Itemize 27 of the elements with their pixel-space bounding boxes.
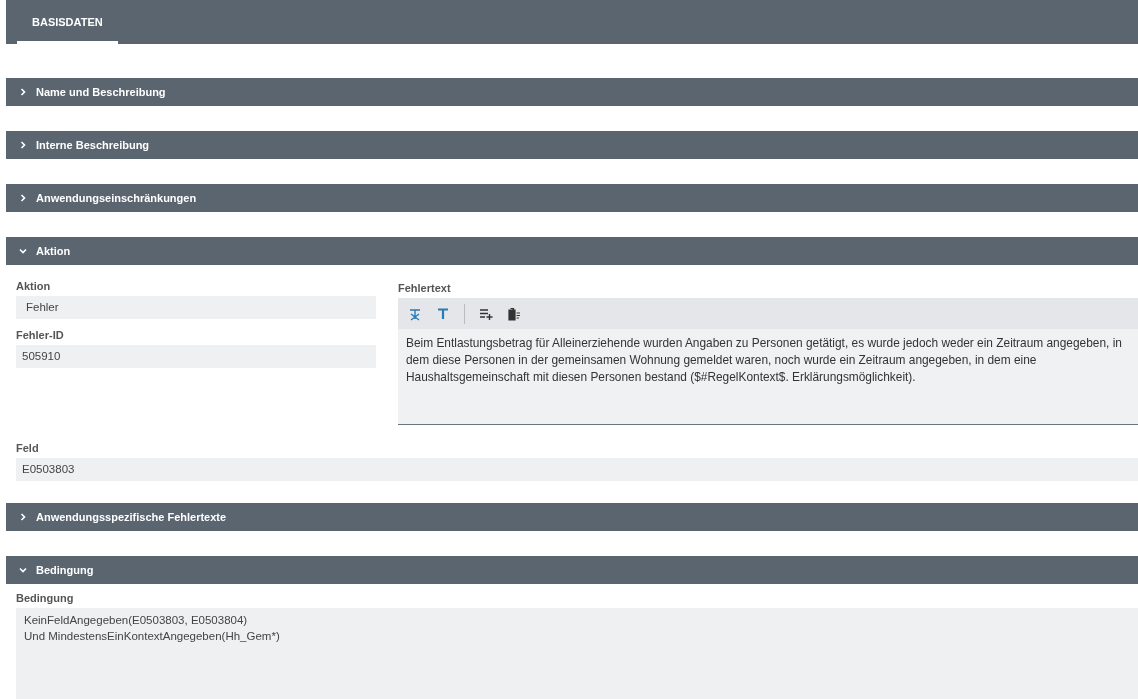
field-label: Aktion bbox=[16, 280, 51, 292]
field-label: Feld bbox=[16, 442, 39, 454]
section-header[interactable]: Bedingung bbox=[6, 556, 1138, 584]
tab[interactable]: BASISDATEN bbox=[17, 16, 118, 44]
field-label: Fehlertext bbox=[398, 282, 451, 294]
field-label: Fehler-ID bbox=[16, 329, 64, 341]
error-text-field[interactable]: Beim Entlastungsbetrag für Alleinerziehende wurden Angaben zu Personen getätigt, es wurde jedoch weder ein Zeitraum angegeben, in dem diese Personen in der gemeinsamen Wohnung gemeldet waren, noch wurde ein Zeitraum angegeben, in dem eine Haushaltsgemeinschaft mit diesen Personen bestand ($#RegelKontext$. Erklärungsmöglichkeit). bbox=[398, 329, 1138, 425]
action-field[interactable]: Fehler bbox=[16, 296, 376, 319]
condition-field[interactable]: KeinFeldAngegeben(E0503803, E0503804) Und MindestensEinKontextAngegeben(Hh_Gem*) bbox=[16, 608, 1138, 699]
chevron-down-icon bbox=[18, 565, 28, 575]
section-header[interactable]: Aktion bbox=[6, 237, 1138, 265]
field-label: Bedingung bbox=[16, 592, 74, 604]
chevron-right-icon bbox=[18, 193, 28, 203]
chevron-right-icon bbox=[18, 87, 28, 97]
error-id-field[interactable]: 505910 bbox=[16, 345, 376, 368]
add-lines-icon[interactable] bbox=[479, 306, 493, 321]
delete-icon[interactable] bbox=[507, 306, 521, 321]
text-format-icon[interactable] bbox=[436, 306, 450, 321]
section-header[interactable]: Interne Beschreibung bbox=[6, 131, 1138, 159]
chevron-down-icon bbox=[18, 246, 28, 256]
chevron-right-icon bbox=[18, 140, 28, 150]
chevron-right-icon bbox=[18, 512, 28, 522]
section-header[interactable]: Anwendungsspezifische Fehlertexte bbox=[6, 503, 1138, 531]
field-input[interactable]: E0503803 bbox=[16, 458, 1138, 481]
section-header[interactable]: Name und Beschreibung bbox=[6, 78, 1138, 106]
clear-format-icon[interactable] bbox=[408, 306, 422, 321]
section-header[interactable]: Anwendungseinschränkungen bbox=[6, 184, 1138, 212]
